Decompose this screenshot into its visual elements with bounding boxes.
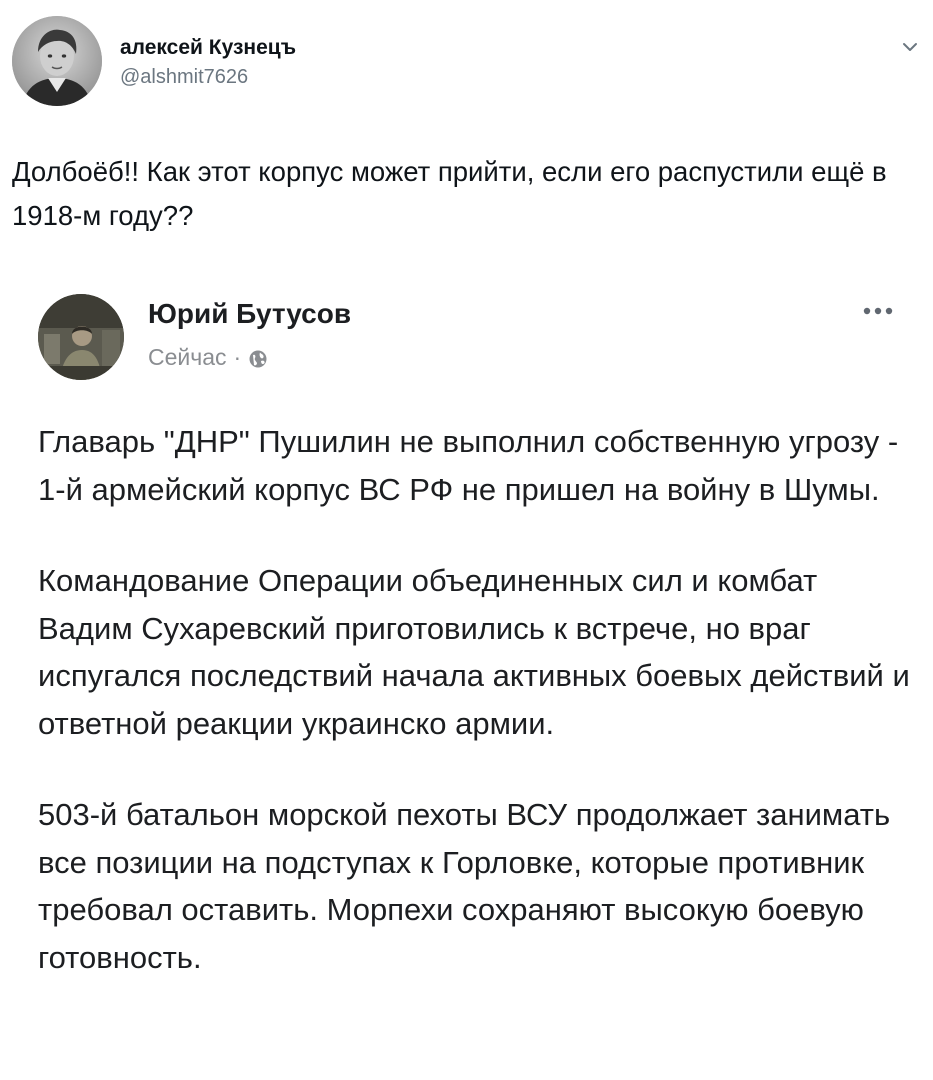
author-avatar-image — [12, 16, 102, 106]
tweet-text: Долбоёб!! Как этот корпус может прийти, … — [12, 156, 887, 231]
globe-icon — [248, 348, 268, 368]
post-author-name: Юрий Бутусов — [148, 298, 352, 329]
post-meta: Сейчас · — [148, 344, 268, 371]
more-options-icon — [861, 304, 895, 316]
tweet-header: алексей Кузнецъ @alshmit7626 — [12, 14, 921, 110]
post-author-avatar — [38, 294, 124, 380]
chevron-down-icon[interactable] — [899, 36, 921, 58]
embedded-post-screenshot: Юрий Бутусов Сейчас · Главарь "ДНР" Пуши… — [0, 270, 933, 1080]
post-body: Главарь "ДНР" Пушилин не выполнил собств… — [38, 418, 918, 1025]
post-paragraph: 503-й батальон морской пехоты ВСУ продол… — [38, 797, 891, 975]
meta-separator: · — [233, 344, 242, 370]
post-paragraph: Главарь "ДНР" Пушилин не выполнил собств… — [38, 424, 899, 507]
post-timestamp: Сейчас — [148, 344, 227, 370]
post-paragraph: Командование Операции объединенных сил и… — [38, 563, 910, 741]
author-name[interactable]: алексей Кузнецъ — [120, 36, 296, 60]
post-author-avatar-image — [38, 294, 124, 380]
author-avatar[interactable] — [12, 16, 102, 106]
author-handle[interactable]: @alshmit7626 — [120, 66, 248, 89]
